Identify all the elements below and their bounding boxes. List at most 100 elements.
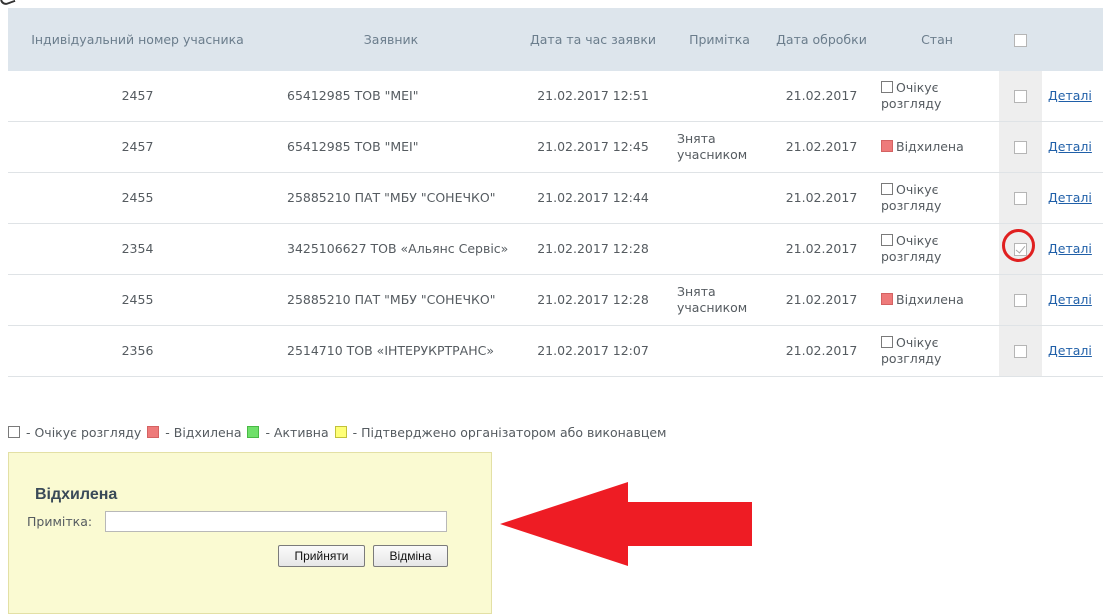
cell-status: Відхилена [875, 274, 999, 326]
cell-note [671, 223, 768, 275]
row-checkbox[interactable] [1014, 90, 1027, 103]
legend-confirmed-box [334, 426, 347, 438]
cancel-button[interactable]: Відміна [373, 545, 448, 567]
panel-title: Відхилена [35, 486, 118, 503]
status-legend: - Очікує розгляду - Відхилена - Активна … [8, 425, 666, 440]
row-checkbox-wrap[interactable] [1014, 292, 1027, 308]
legend-confirmed-label: - Підтверджено організатором або виконав… [352, 425, 667, 440]
row-checkbox[interactable] [1014, 141, 1027, 154]
cell-select[interactable] [999, 325, 1042, 377]
cell-processing-date: 21.02.2017 [768, 121, 875, 173]
row-checkbox-wrap[interactable] [1014, 139, 1027, 155]
requests-table: Індивідуальний номер учасника Заявник Да… [8, 8, 1103, 377]
cell-applicant: 65412985 ТОВ "МЕІ" [267, 71, 515, 122]
cell-processing-date: 21.02.2017 [768, 71, 875, 122]
cell-select[interactable] [999, 223, 1042, 275]
cell-note [671, 71, 768, 122]
cell-request-date: 21.02.2017 12:44 [515, 172, 671, 224]
status-indicator [881, 336, 893, 348]
cell-participant-number: 2457 [8, 71, 267, 122]
details-link[interactable]: Деталі [1048, 190, 1092, 205]
accept-button[interactable]: Прийняти [278, 545, 365, 567]
note-input[interactable] [105, 511, 447, 532]
header-note: Примітка [671, 8, 768, 71]
header-select-all[interactable] [999, 8, 1042, 71]
cell-details[interactable]: Деталі [1042, 223, 1103, 275]
table-row: 2455 25885210 ПАТ "МБУ "СОНЕЧКО" 21.02.201… [8, 172, 1103, 224]
cell-participant-number: 2457 [8, 121, 267, 173]
status-indicator [881, 140, 893, 152]
cell-applicant: 25885210 ПАТ "МБУ "СОНЕЧКО" [267, 172, 515, 224]
cell-details[interactable]: Деталі [1042, 325, 1103, 377]
select-all-checkbox[interactable] [1014, 34, 1027, 47]
note-label: Примітка: [27, 514, 93, 529]
cell-request-date: 21.02.2017 12:51 [515, 71, 671, 122]
cell-details[interactable]: Деталі [1042, 172, 1103, 224]
cell-note: Знята учасником [671, 274, 768, 326]
table-row: 2356 2514710 ТОВ «ІНТЕРУКРТРАНС» 21.02.201… [8, 325, 1103, 377]
details-link[interactable]: Деталі [1048, 88, 1092, 103]
row-checkbox-wrap[interactable] [1014, 343, 1027, 359]
row-checkbox[interactable] [1014, 192, 1027, 205]
red-arrow-annotation [500, 482, 752, 566]
cell-note: Знята учасником [671, 121, 768, 173]
status-label: Відхилена [896, 139, 964, 154]
cell-applicant: 25885210 ПАТ "МБУ "СОНЕЧКО" [267, 274, 515, 326]
cell-status: Очікує розгляду [875, 172, 999, 224]
top-edge-fragment [0, 0, 16, 7]
cell-processing-date: 21.02.2017 [768, 172, 875, 224]
cell-status: Очікує розгляду [875, 325, 999, 377]
details-link[interactable]: Деталі [1048, 139, 1092, 154]
status-label: Відхилена [896, 292, 964, 307]
details-link[interactable]: Деталі [1048, 292, 1092, 307]
header-request-date: Дата та час заявки [515, 8, 671, 71]
cell-request-date: 21.02.2017 12:07 [515, 325, 671, 377]
details-link[interactable]: Деталі [1048, 241, 1092, 256]
row-checkbox[interactable] [1014, 345, 1027, 358]
cell-request-date: 21.02.2017 12:28 [515, 274, 671, 326]
cell-status: Очікує розгляду [875, 223, 999, 275]
cell-request-date: 21.02.2017 12:45 [515, 121, 671, 173]
cell-select[interactable] [999, 274, 1042, 326]
status-indicator [881, 183, 893, 195]
cell-applicant: 3425106627 ТОВ «Альянс Сервіс» [267, 223, 515, 275]
row-checkbox[interactable] [1014, 294, 1027, 307]
cell-select[interactable] [999, 121, 1042, 173]
header-actions [1042, 8, 1103, 71]
cell-note [671, 325, 768, 377]
highlight-circle [1002, 229, 1035, 262]
cell-processing-date: 21.02.2017 [768, 223, 875, 275]
cell-participant-number: 2455 [8, 274, 267, 326]
cell-details[interactable]: Деталі [1042, 274, 1103, 326]
cell-participant-number: 2455 [8, 172, 267, 224]
status-indicator [881, 81, 893, 93]
cell-status: Очікує розгляду [875, 71, 999, 122]
row-checkbox-wrap[interactable] [1014, 190, 1027, 206]
header-applicant: Заявник [267, 8, 515, 71]
legend-waiting-box [8, 426, 20, 438]
cell-note [671, 172, 768, 224]
table-row: 2354 3425106627 ТОВ «Альянс Сервіс» 21.02.… [8, 223, 1103, 275]
details-link[interactable]: Деталі [1048, 343, 1092, 358]
cell-details[interactable]: Деталі [1042, 121, 1103, 173]
header-participant-number: Індивідуальний номер учасника [8, 8, 267, 71]
cell-select[interactable] [999, 172, 1042, 224]
legend-rejected-label: - Відхилена [165, 425, 242, 440]
red-arrow-shape [500, 482, 752, 566]
cell-request-date: 21.02.2017 12:28 [515, 223, 671, 275]
cell-details[interactable]: Деталі [1042, 71, 1103, 122]
table-header-row: Індивідуальний номер учасника Заявник Да… [8, 8, 1103, 71]
legend-active-label: - Активна [265, 425, 329, 440]
cell-status: Відхилена [875, 121, 999, 173]
status-indicator [881, 234, 893, 246]
cell-processing-date: 21.02.2017 [768, 274, 875, 326]
row-checkbox-wrap[interactable] [1002, 229, 1035, 262]
row-checkbox-wrap[interactable] [1014, 88, 1027, 104]
cell-processing-date: 21.02.2017 [768, 325, 875, 377]
table-row: 2457 65412985 ТОВ "МЕІ" 21.02.2017 12:51 21… [8, 71, 1103, 122]
reject-panel: Відхилена Примітка: Прийняти Відміна [8, 452, 492, 614]
header-status: Стан [875, 8, 999, 71]
cell-select[interactable] [999, 71, 1042, 122]
status-indicator [881, 293, 893, 305]
cell-applicant: 65412985 ТОВ "МЕІ" [267, 121, 515, 173]
